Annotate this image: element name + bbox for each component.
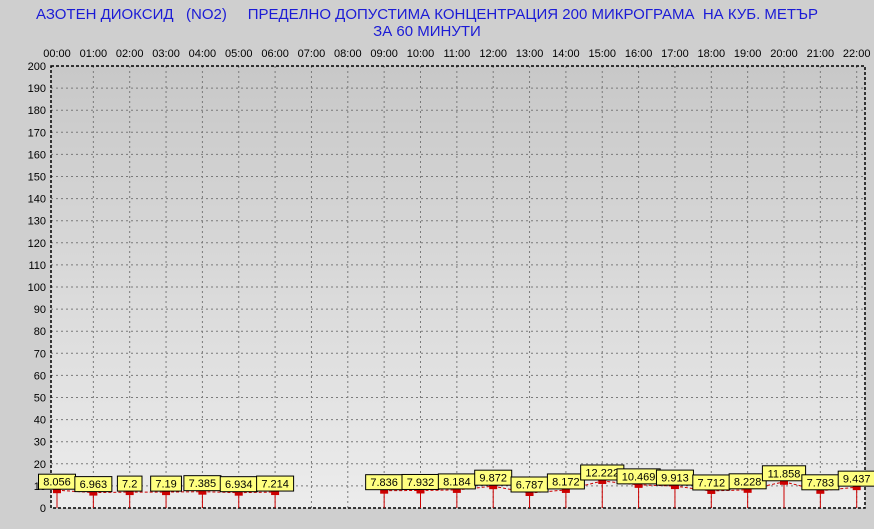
x-tick-label: 19:00 — [734, 48, 762, 60]
data-label: 11.858 — [768, 468, 801, 480]
y-tick-label: 30 — [34, 437, 46, 449]
y-tick-label: 80 — [34, 326, 46, 338]
y-tick-label: 0 — [40, 503, 46, 515]
y-tick-label: 120 — [28, 238, 46, 250]
y-tick-label: 70 — [34, 348, 46, 360]
data-label: 9.913 — [661, 473, 689, 485]
data-label: 6.963 — [80, 479, 108, 491]
y-tick-label: 50 — [34, 393, 46, 405]
data-label: 6.787 — [516, 480, 544, 492]
data-label: 12.222 — [585, 467, 619, 479]
x-tick-label: 03:00 — [152, 48, 180, 60]
data-label: 8.172 — [552, 476, 580, 488]
data-label: 8.228 — [734, 476, 762, 488]
x-tick-label: 04:00 — [189, 48, 217, 60]
x-tick-label: 12:00 — [479, 48, 507, 60]
data-label: 6.934 — [225, 479, 253, 491]
y-tick-label: 180 — [28, 105, 46, 117]
y-tick-label: 90 — [34, 304, 46, 316]
x-tick-label: 13:00 — [516, 48, 544, 60]
y-tick-label: 60 — [34, 370, 46, 382]
x-tick-label: 18:00 — [698, 48, 726, 60]
y-tick-label: 40 — [34, 415, 46, 427]
y-tick-label: 130 — [28, 216, 46, 228]
data-label: 9.437 — [843, 474, 871, 486]
x-tick-label: 16:00 — [625, 48, 653, 60]
data-label: 8.056 — [43, 477, 71, 489]
x-tick-label: 21:00 — [807, 48, 835, 60]
y-tick-label: 190 — [28, 83, 46, 95]
y-tick-label: 150 — [28, 172, 46, 184]
y-tick-label: 20 — [34, 459, 46, 471]
x-tick-label: 00:00 — [43, 48, 71, 60]
data-label: 7.214 — [261, 479, 289, 491]
x-tick-label: 14:00 — [552, 48, 580, 60]
data-label: 7.2 — [122, 479, 137, 491]
y-tick-label: 110 — [28, 260, 46, 272]
x-tick-label: 09:00 — [370, 48, 398, 60]
data-label: 7.19 — [155, 479, 176, 491]
x-tick-label: 20:00 — [770, 48, 798, 60]
data-label: 7.385 — [189, 478, 217, 490]
data-label: 7.712 — [698, 477, 726, 489]
x-tick-label: 08:00 — [334, 48, 362, 60]
x-tick-label: 05:00 — [225, 48, 253, 60]
y-tick-label: 160 — [28, 149, 46, 161]
data-label: 8.184 — [443, 476, 471, 488]
x-tick-label: 11:00 — [443, 48, 470, 60]
x-tick-label: 06:00 — [261, 48, 289, 60]
data-label: 7.783 — [807, 477, 835, 489]
x-tick-label: 10:00 — [407, 48, 435, 60]
x-tick-label: 02:00 — [116, 48, 144, 60]
chart-window: АЗОТЕН ДИОКСИД (NO2) ПРЕДЕЛНО ДОПУСТИМА … — [0, 0, 874, 529]
chart-svg: 0102030405060708090100110120130140150160… — [28, 48, 874, 515]
data-label: 7.932 — [407, 477, 435, 489]
x-tick-label: 17:00 — [661, 48, 689, 60]
x-tick-label: 22:00 — [843, 48, 871, 60]
y-tick-label: 140 — [28, 194, 46, 206]
x-tick-label: 01:00 — [80, 48, 108, 60]
data-label: 7.836 — [370, 477, 398, 489]
data-label: 10.469 — [622, 471, 656, 483]
y-tick-label: 100 — [28, 282, 46, 294]
y-tick-label: 200 — [28, 61, 46, 73]
data-label: 9.872 — [479, 473, 507, 485]
x-tick-label: 15:00 — [588, 48, 616, 60]
y-tick-label: 170 — [28, 127, 46, 139]
x-tick-label: 07:00 — [298, 48, 326, 60]
